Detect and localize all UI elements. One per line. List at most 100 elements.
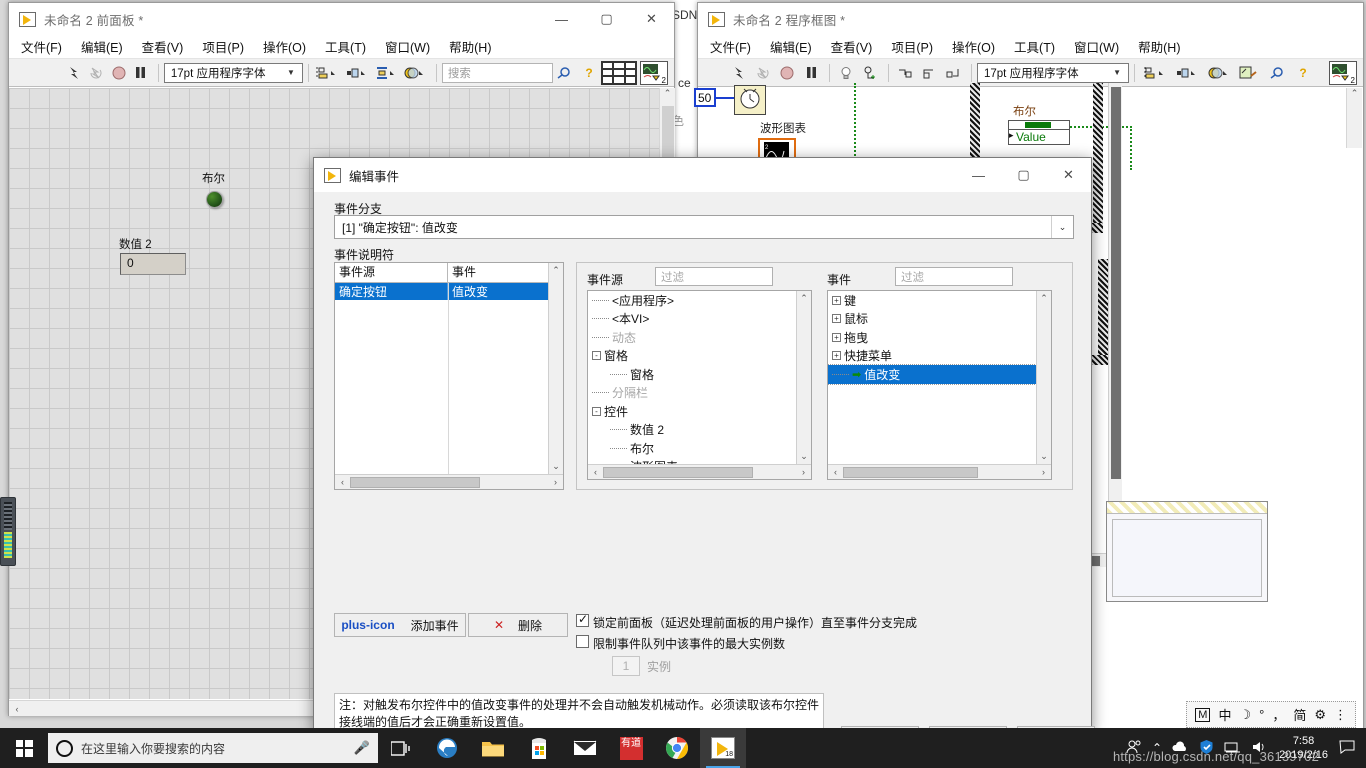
bd-font-combo[interactable]: 17pt 应用程序字体 ▼ bbox=[977, 62, 1129, 83]
edge-browser-icon[interactable] bbox=[424, 728, 470, 768]
event-source-node-7[interactable]: 数值 2 bbox=[588, 421, 796, 440]
bd-clean-up-diagram-icon[interactable] bbox=[1236, 62, 1262, 84]
bd-step-into-icon[interactable] bbox=[894, 62, 916, 84]
fp-menu-project[interactable]: 项目(P) bbox=[202, 37, 244, 56]
ime-mode-icon[interactable]: M bbox=[1195, 707, 1211, 722]
bd-toolbar[interactable]: 17pt 应用程序字体 ▼ ? 2 bbox=[698, 59, 1363, 87]
people-icon[interactable] bbox=[1126, 739, 1142, 758]
bd-align-objects-icon[interactable] bbox=[1140, 62, 1170, 84]
ime-moon-icon[interactable]: ☽ bbox=[1239, 707, 1251, 723]
bd-menu-view[interactable]: 查看(V) bbox=[831, 37, 873, 56]
fp-menu-operate[interactable]: 操作(O) bbox=[263, 37, 306, 56]
scroll-left-arrow-icon[interactable]: ‹ bbox=[335, 477, 350, 487]
lock-front-panel-checkbox[interactable]: 锁定前面板（延迟处理前面板的用户操作）直至事件分支完成 bbox=[576, 612, 1056, 631]
event-node-2[interactable]: + 拖曳 bbox=[828, 328, 1036, 347]
ime-simplified[interactable]: 简 bbox=[1293, 705, 1306, 724]
fp-align-objects-icon[interactable] bbox=[314, 62, 341, 84]
hscroll-thumb[interactable] bbox=[603, 466, 753, 478]
event-sources-tree-panel[interactable]: <应用程序><本VI>动态-窗格窗格分隔栏-控件数值 2布尔波形图表确定按钮 ⌃… bbox=[587, 290, 812, 480]
hscroll-thumb[interactable] bbox=[843, 466, 978, 478]
taskbar-search-input[interactable]: 在这里输入你要搜索的内容 🎤 bbox=[48, 733, 378, 763]
table-row[interactable]: 确定按钮 值改变 bbox=[335, 283, 563, 300]
event-source-node-8[interactable]: 布尔 bbox=[588, 439, 796, 458]
dialog-minimize-button[interactable]: — bbox=[956, 159, 1001, 191]
event-node-0[interactable]: + 键 bbox=[828, 291, 1036, 310]
ime-indicator-bar[interactable]: M 中 ☽ ° ， 简 ⚙ ⋮ bbox=[1186, 701, 1356, 728]
event-source-node-1[interactable]: <本VI> bbox=[588, 310, 796, 329]
bd-titlebar[interactable]: 未命名 2 程序框图 * bbox=[698, 3, 1363, 35]
dialog-maximize-button[interactable]: ▢ bbox=[1001, 159, 1046, 191]
bd-vi-icon[interactable]: 2 bbox=[1329, 60, 1357, 85]
bd-maximize-button[interactable] bbox=[1273, 3, 1318, 35]
scroll-left-arrow-icon[interactable]: ‹ bbox=[588, 467, 603, 477]
event-sources-filter-input[interactable]: 过滤 bbox=[655, 267, 773, 286]
fp-context-help-icon[interactable]: ? bbox=[579, 62, 599, 84]
ime-more-icon[interactable]: ⋮ bbox=[1334, 707, 1347, 723]
fp-close-button[interactable]: ✕ bbox=[629, 3, 674, 35]
events-tree[interactable]: + 键 + 鼠标 + 拖曳 + 快捷菜单 ➡ 值改变 bbox=[828, 291, 1036, 465]
scroll-up-arrow-icon[interactable]: ⌃ bbox=[549, 263, 563, 278]
scroll-down-arrow-icon[interactable]: ⌄ bbox=[549, 459, 563, 474]
limit-checkbox-box[interactable] bbox=[576, 635, 589, 648]
event-sources-tree[interactable]: <应用程序><本VI>动态-窗格窗格分隔栏-控件数值 2布尔波形图表确定按钮 bbox=[588, 291, 796, 465]
bd-numeric-constant[interactable]: 50 bbox=[694, 88, 716, 107]
specifier-table-hscrollbar[interactable]: ‹ › bbox=[335, 474, 563, 489]
mail-icon[interactable] bbox=[562, 728, 608, 768]
lock-checkbox-box[interactable] bbox=[576, 612, 589, 627]
fp-distribute-objects-icon[interactable] bbox=[343, 62, 370, 84]
sources-tree-hscrollbar[interactable]: ‹ › bbox=[588, 464, 811, 479]
structure2-right-border[interactable] bbox=[1098, 259, 1108, 364]
events-tree-vscrollbar[interactable]: ⌃ ⌄ bbox=[1036, 291, 1051, 464]
bd-step-over-icon[interactable] bbox=[918, 62, 940, 84]
start-button[interactable] bbox=[0, 728, 48, 768]
boolean-led-indicator[interactable] bbox=[206, 191, 223, 208]
onedrive-icon[interactable] bbox=[1172, 740, 1189, 756]
bd-retain-wire-values-icon[interactable] bbox=[859, 62, 881, 84]
scroll-right-arrow-icon[interactable]: › bbox=[548, 477, 563, 487]
scroll-right-arrow-icon[interactable]: › bbox=[1036, 467, 1051, 477]
sources-tree-vscrollbar[interactable]: ⌃ ⌄ bbox=[796, 291, 811, 464]
scroll-left-arrow-icon[interactable]: ‹ bbox=[828, 467, 843, 477]
events-filter-input[interactable]: 过滤 bbox=[895, 267, 1013, 286]
network-icon[interactable] bbox=[1224, 740, 1241, 756]
fp-menu-file[interactable]: 文件(F) bbox=[21, 37, 62, 56]
action-center-icon[interactable] bbox=[1339, 739, 1355, 757]
event-source-node-6[interactable]: - 控件 bbox=[588, 402, 796, 421]
bd-minimize-button[interactable] bbox=[1228, 3, 1273, 35]
fp-run-arrow-icon[interactable] bbox=[65, 62, 85, 84]
bd-reorder-objects-icon[interactable] bbox=[1204, 62, 1234, 84]
fp-menu-view[interactable]: 查看(V) bbox=[142, 37, 184, 56]
chrome-icon[interactable] bbox=[654, 728, 700, 768]
scroll-down-arrow-icon[interactable]: ⌄ bbox=[1037, 449, 1051, 464]
bd-menubar[interactable]: 文件(F) 编辑(E) 查看(V) 项目(P) 操作(O) 工具(T) 窗口(W… bbox=[698, 35, 1363, 59]
floating-tool-palette[interactable] bbox=[0, 497, 16, 566]
fp-menubar[interactable]: 文件(F) 编辑(E) 查看(V) 项目(P) 操作(O) 工具(T) 窗口(W… bbox=[9, 35, 674, 59]
fp-menu-edit[interactable]: 编辑(E) bbox=[81, 37, 123, 56]
scroll-right-arrow-icon[interactable]: › bbox=[796, 467, 811, 477]
fp-menu-window[interactable]: 窗口(W) bbox=[385, 37, 430, 56]
expand-icon[interactable]: + bbox=[832, 314, 841, 324]
fp-menu-tools[interactable]: 工具(T) bbox=[325, 37, 366, 56]
fp-font-combo[interactable]: 17pt 应用程序字体 ▼ bbox=[163, 62, 303, 83]
youdao-dict-icon[interactable]: 有道 bbox=[608, 728, 654, 768]
fp-titlebar[interactable]: 未命名 2 前面板 * — ▢ ✕ bbox=[9, 3, 674, 35]
bd-pause-icon[interactable] bbox=[800, 62, 822, 84]
event-specifier-table[interactable]: 事件源 事件 确定按钮 值改变 ⌃ ⌄ ‹ › bbox=[334, 262, 564, 490]
fp-toolbar[interactable]: 17pt 应用程序字体 ▼ 搜索 ? 2 bbox=[9, 59, 674, 87]
bd-highlight-execution-bulb-icon[interactable] bbox=[835, 62, 857, 84]
scroll-up-arrow-icon[interactable]: ⌃ bbox=[797, 291, 811, 306]
bd-menu-project[interactable]: 项目(P) bbox=[891, 37, 933, 56]
event-source-node-2[interactable]: 动态 bbox=[588, 328, 796, 347]
fp-reorder-objects-icon[interactable] bbox=[402, 62, 429, 84]
bd-menu-edit[interactable]: 编辑(E) bbox=[770, 37, 812, 56]
fp-maximize-button[interactable]: ▢ bbox=[584, 3, 629, 35]
dialog-close-button[interactable]: ✕ bbox=[1046, 159, 1091, 191]
tencent-shield-icon[interactable] bbox=[1199, 739, 1214, 758]
numeric-indicator[interactable]: 0 bbox=[120, 253, 186, 275]
collapse-icon[interactable]: - bbox=[592, 351, 601, 361]
fp-window-grid-icon[interactable] bbox=[601, 60, 637, 85]
ime-lang[interactable]: 中 bbox=[1218, 705, 1231, 724]
bd-vscrollbar[interactable] bbox=[1108, 83, 1122, 553]
ime-degree-icon[interactable]: ° bbox=[1259, 707, 1264, 722]
collapse-icon[interactable]: - bbox=[592, 406, 601, 416]
